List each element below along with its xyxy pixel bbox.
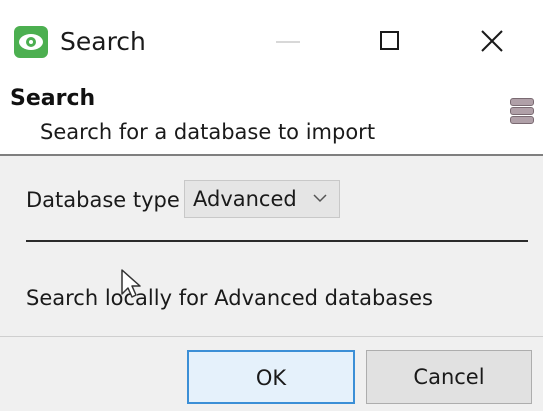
header-divider	[0, 154, 543, 156]
close-icon	[481, 30, 503, 52]
database-type-label: Database type	[26, 188, 180, 212]
database-type-value: Advanced	[193, 187, 297, 211]
minimize-icon	[276, 41, 300, 43]
dialog-header: Search Search for a database to import	[0, 80, 543, 156]
section-divider	[26, 240, 528, 242]
header-title: Search	[10, 86, 96, 111]
minimize-button[interactable]	[258, 14, 318, 70]
maximize-button[interactable]	[360, 14, 420, 70]
cancel-button[interactable]: Cancel	[366, 350, 532, 404]
search-locally-text: Search locally for Advanced databases	[26, 286, 433, 310]
chevron-down-icon	[313, 194, 327, 203]
window-title: Search	[60, 27, 146, 56]
maximize-icon	[380, 31, 399, 50]
title-bar: Search	[0, 0, 543, 80]
mouse-cursor-icon	[121, 269, 141, 298]
app-eye-icon	[14, 26, 48, 58]
database-icon	[510, 98, 534, 130]
ok-button[interactable]: OK	[187, 350, 355, 404]
header-subtitle: Search for a database to import	[40, 120, 376, 144]
database-type-select[interactable]: Advanced	[184, 180, 340, 218]
close-button[interactable]	[462, 14, 522, 70]
search-dialog: Search Search Search for a database to i…	[0, 0, 543, 411]
footer-divider	[0, 336, 543, 337]
